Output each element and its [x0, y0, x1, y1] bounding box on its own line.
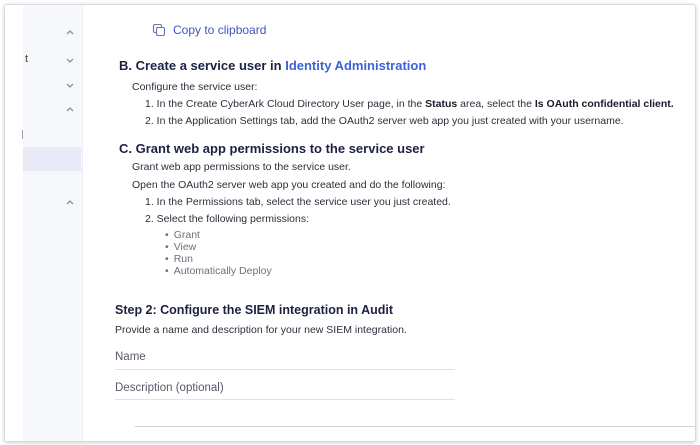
- section-b-title: B. Create a service user in Identity Adm…: [119, 58, 426, 73]
- name-field[interactable]: Name: [115, 351, 146, 363]
- description-field[interactable]: Description (optional): [115, 382, 224, 394]
- chevron-up-icon[interactable]: [63, 195, 77, 209]
- section-c-title: C. Grant web app permissions to the serv…: [119, 141, 425, 156]
- chevron-up-icon[interactable]: [63, 25, 77, 39]
- section-b-step-1: 1. In the Create CyberArk Cloud Director…: [145, 98, 674, 110]
- copy-to-clipboard-button[interactable]: Copy to clipboard: [152, 23, 266, 37]
- section-b-title-text: B. Create a service user in: [119, 58, 286, 73]
- sidebar-item-5[interactable]: [23, 192, 82, 214]
- sidebar-item-label-fragment: t: [25, 53, 29, 65]
- sidebar-edge: [5, 5, 23, 441]
- sidebar-item-3[interactable]: [23, 75, 82, 97]
- main-content: Copy to clipboard B. Create a service us…: [82, 5, 695, 441]
- permission-item: View: [165, 241, 197, 253]
- section-c-intro-2: Open the OAuth2 server web app you creat…: [132, 179, 446, 191]
- oauth-client-emphasis: Is OAuth confidential client.: [534, 98, 674, 110]
- sidebar: t: [5, 5, 83, 441]
- sidebar-item-2[interactable]: t: [23, 50, 82, 72]
- step-2-title: Step 2: Configure the SIEM integration i…: [115, 303, 394, 317]
- copy-icon: [152, 23, 166, 37]
- app-window: t Copy to clipboard B. Create a service …: [4, 4, 696, 442]
- sidebar-item-1[interactable]: [23, 22, 82, 44]
- step-2-description: Provide a name and description for your …: [115, 324, 407, 336]
- permission-item: Run: [165, 253, 193, 265]
- permission-item: Automatically Deploy: [165, 265, 272, 277]
- identity-administration-link[interactable]: Identity Administration: [285, 58, 426, 73]
- step-1-text-mid: area, select the: [457, 98, 535, 110]
- description-field-underline: [115, 399, 455, 400]
- section-b-intro: Configure the service user:: [132, 81, 258, 93]
- chevron-down-icon[interactable]: [63, 78, 77, 92]
- section-c-step-1: 1. In the Permissions tab, select the se…: [145, 196, 451, 208]
- section-b-step-2: 2. In the Application Settings tab, add …: [145, 115, 624, 127]
- sidebar-item-4[interactable]: [23, 99, 82, 121]
- status-emphasis: Status: [425, 98, 458, 110]
- sidebar-item-active[interactable]: [23, 147, 81, 171]
- step-1-text: 1. In the Create CyberArk Cloud Director…: [145, 98, 426, 110]
- sidebar-tree-marker: [22, 130, 23, 139]
- copy-label: Copy to clipboard: [173, 23, 267, 37]
- chevron-down-icon[interactable]: [63, 53, 77, 67]
- section-c-intro-1: Grant web app permissions to the service…: [132, 161, 351, 173]
- section-divider: [135, 426, 695, 427]
- chevron-up-icon[interactable]: [63, 102, 77, 116]
- section-c-step-2: 2. Select the following permissions:: [145, 213, 309, 225]
- permission-item: Grant: [165, 229, 200, 241]
- name-field-underline: [115, 369, 455, 370]
